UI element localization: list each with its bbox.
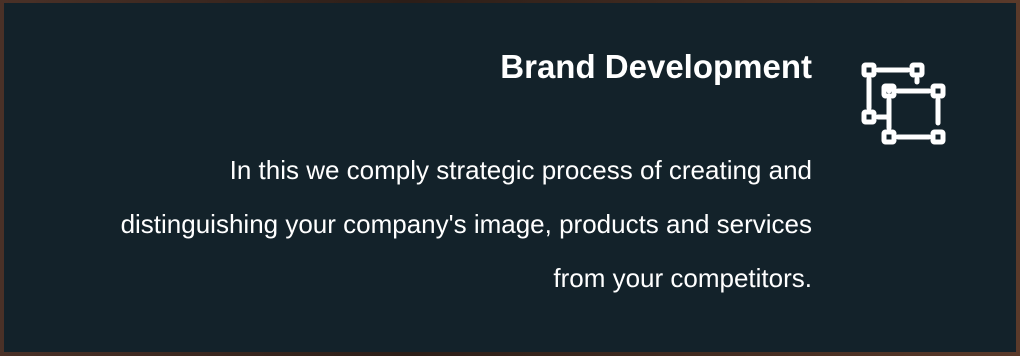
service-card: Brand Development In this we comply stra… [4, 3, 1016, 352]
card-title: Brand Development [500, 48, 812, 85]
card-description: In this we comply strategic process of c… [120, 155, 812, 293]
hierarchy-structure-icon [861, 62, 946, 145]
